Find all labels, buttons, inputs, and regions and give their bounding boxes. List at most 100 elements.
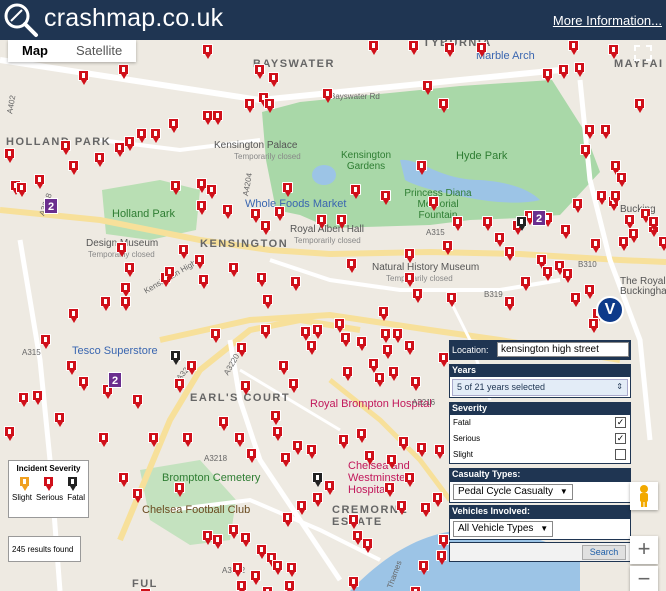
serious-incident-marker[interactable]: [132, 394, 143, 409]
serious-incident-marker[interactable]: [286, 562, 297, 577]
serious-incident-marker[interactable]: [250, 570, 261, 585]
serious-incident-marker[interactable]: [222, 204, 233, 219]
serious-incident-marker[interactable]: [482, 216, 493, 231]
serious-incident-marker[interactable]: [282, 182, 293, 197]
serious-incident-marker[interactable]: [174, 482, 185, 497]
serious-incident-marker[interactable]: [68, 160, 79, 175]
serious-incident-marker[interactable]: [296, 500, 307, 515]
serious-incident-marker[interactable]: [570, 292, 581, 307]
serious-incident-marker[interactable]: [396, 500, 407, 515]
serious-incident-marker[interactable]: [228, 262, 239, 277]
serious-incident-marker[interactable]: [422, 80, 433, 95]
serious-incident-marker[interactable]: [590, 238, 601, 253]
serious-incident-marker[interactable]: [324, 480, 335, 495]
serious-incident-marker[interactable]: [584, 284, 595, 299]
serious-incident-marker[interactable]: [574, 62, 585, 77]
serious-incident-marker[interactable]: [4, 148, 15, 163]
severity-slight-checkbox[interactable]: [615, 449, 626, 460]
serious-incident-marker[interactable]: [290, 276, 301, 291]
serious-incident-marker[interactable]: [428, 196, 439, 211]
serious-incident-marker[interactable]: [384, 482, 395, 497]
serious-incident-marker[interactable]: [418, 560, 429, 575]
serious-incident-marker[interactable]: [542, 68, 553, 83]
serious-incident-marker[interactable]: [212, 534, 223, 549]
serious-incident-marker[interactable]: [240, 380, 251, 395]
serious-incident-marker[interactable]: [16, 182, 27, 197]
serious-incident-marker[interactable]: [4, 426, 15, 441]
serious-incident-marker[interactable]: [368, 358, 379, 373]
serious-incident-marker[interactable]: [610, 190, 621, 205]
serious-incident-marker[interactable]: [18, 392, 29, 407]
serious-incident-marker[interactable]: [246, 448, 257, 463]
incident-cluster-marker[interactable]: 2: [108, 372, 122, 388]
serious-incident-marker[interactable]: [616, 172, 627, 187]
serious-incident-marker[interactable]: [66, 360, 77, 375]
serious-incident-marker[interactable]: [170, 180, 181, 195]
serious-incident-marker[interactable]: [432, 492, 443, 507]
fatal-incident-marker[interactable]: [312, 472, 323, 487]
fatal-incident-marker[interactable]: [170, 350, 181, 365]
years-select[interactable]: 5 of 21 years selected ⇕: [452, 379, 628, 396]
zoom-in-button[interactable]: +: [630, 536, 658, 564]
serious-incident-marker[interactable]: [560, 224, 571, 239]
serious-incident-marker[interactable]: [562, 268, 573, 283]
serious-incident-marker[interactable]: [410, 376, 421, 391]
map-canvas[interactable]: BAYSWATER TYBURNIA Marble Arch MAYFAI HO…: [0, 40, 666, 591]
serious-incident-marker[interactable]: [438, 534, 449, 549]
serious-incident-marker[interactable]: [364, 450, 375, 465]
location-input[interactable]: [497, 342, 629, 357]
serious-incident-marker[interactable]: [218, 416, 229, 431]
serious-incident-marker[interactable]: [340, 332, 351, 347]
serious-incident-marker[interactable]: [412, 288, 423, 303]
serious-incident-marker[interactable]: [288, 378, 299, 393]
serious-incident-marker[interactable]: [164, 266, 175, 281]
serious-incident-marker[interactable]: [434, 444, 445, 459]
serious-incident-marker[interactable]: [416, 160, 427, 175]
serious-incident-marker[interactable]: [374, 372, 385, 387]
serious-incident-marker[interactable]: [504, 296, 515, 311]
serious-incident-marker[interactable]: [168, 118, 179, 133]
serious-incident-marker[interactable]: [420, 502, 431, 517]
serious-incident-marker[interactable]: [262, 294, 273, 309]
serious-incident-marker[interactable]: [54, 412, 65, 427]
serious-incident-marker[interactable]: [262, 586, 273, 591]
serious-incident-marker[interactable]: [348, 576, 359, 591]
serious-incident-marker[interactable]: [628, 228, 639, 243]
serious-incident-marker[interactable]: [356, 336, 367, 351]
serious-incident-marker[interactable]: [392, 328, 403, 343]
serious-incident-marker[interactable]: [404, 340, 415, 355]
serious-incident-marker[interactable]: [178, 244, 189, 259]
serious-incident-marker[interactable]: [312, 324, 323, 339]
serious-incident-marker[interactable]: [380, 190, 391, 205]
serious-incident-marker[interactable]: [386, 454, 397, 469]
serious-incident-marker[interactable]: [40, 334, 51, 349]
serious-incident-marker[interactable]: [408, 40, 419, 55]
serious-incident-marker[interactable]: [404, 472, 415, 487]
serious-incident-marker[interactable]: [148, 432, 159, 447]
serious-incident-marker[interactable]: [342, 366, 353, 381]
serious-incident-marker[interactable]: [182, 432, 193, 447]
serious-incident-marker[interactable]: [136, 128, 147, 143]
serious-incident-marker[interactable]: [346, 258, 357, 273]
serious-incident-marker[interactable]: [186, 360, 197, 375]
serious-incident-marker[interactable]: [212, 110, 223, 125]
serious-incident-marker[interactable]: [100, 296, 111, 311]
serious-incident-marker[interactable]: [118, 472, 129, 487]
fatal-incident-marker[interactable]: [516, 216, 527, 231]
casualty-type-select[interactable]: Pedal Cycle Casualty ▼: [453, 484, 573, 500]
serious-incident-marker[interactable]: [382, 344, 393, 359]
serious-incident-marker[interactable]: [634, 98, 645, 113]
serious-incident-marker[interactable]: [270, 410, 281, 425]
serious-incident-marker[interactable]: [240, 532, 251, 547]
serious-incident-marker[interactable]: [398, 436, 409, 451]
serious-incident-marker[interactable]: [444, 42, 455, 57]
serious-incident-marker[interactable]: [150, 128, 161, 143]
serious-incident-marker[interactable]: [260, 220, 271, 235]
fullscreen-icon[interactable]: [630, 42, 656, 64]
serious-incident-marker[interactable]: [600, 124, 611, 139]
serious-incident-marker[interactable]: [362, 538, 373, 553]
serious-incident-marker[interactable]: [608, 44, 619, 59]
serious-incident-marker[interactable]: [78, 70, 89, 85]
vehicles-select[interactable]: All Vehicle Types ▼: [453, 521, 554, 537]
serious-incident-marker[interactable]: [234, 432, 245, 447]
